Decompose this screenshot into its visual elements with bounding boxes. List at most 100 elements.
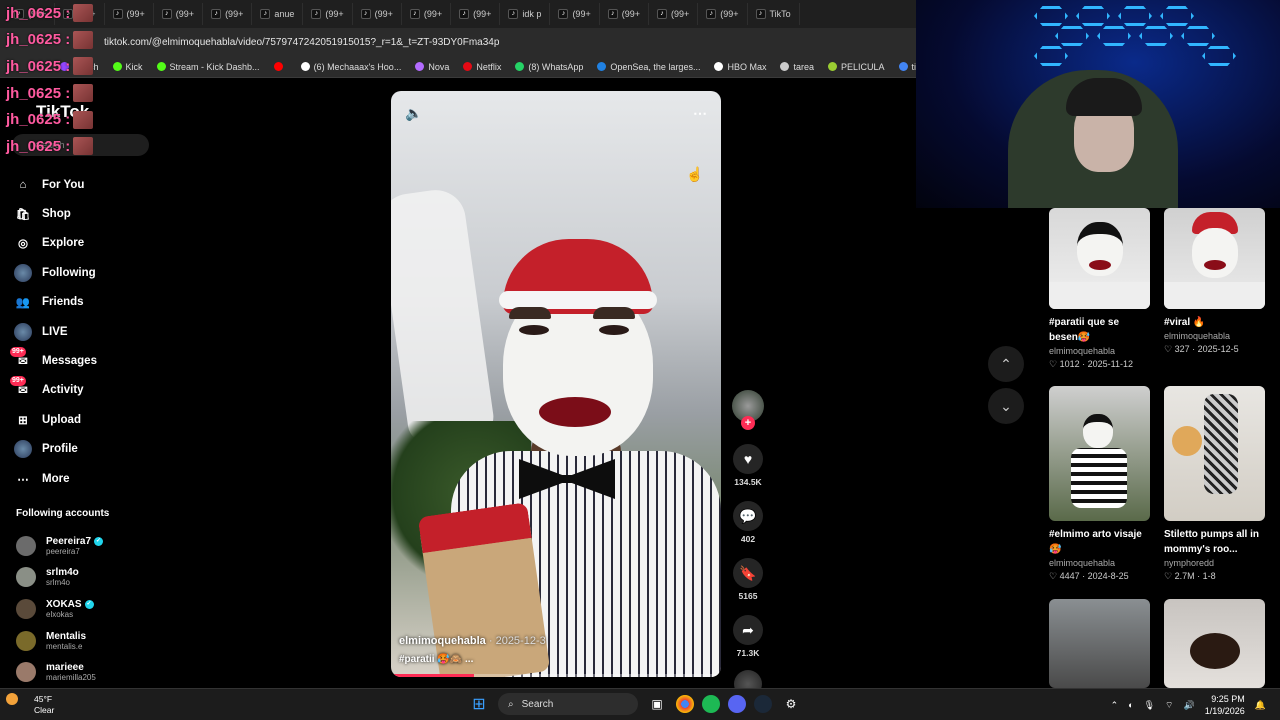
bookmark-item[interactable]: Stream - Kick Dashb... — [156, 62, 260, 72]
comment-button[interactable]: 💬 — [733, 501, 763, 531]
browser-tab[interactable]: ♪(99+ — [105, 3, 154, 25]
notification-bell-icon[interactable]: 🔔 — [1255, 700, 1266, 711]
bookmark-favicon-icon — [112, 62, 122, 71]
bookmark-label: (8) WhatsApp — [528, 61, 584, 72]
following-account[interactable]: Mentalis mentalis.e — [16, 625, 103, 657]
video-progress-bar[interactable] — [391, 674, 721, 677]
windows-start-button[interactable]: ⊞ — [468, 693, 490, 715]
sidebar-item-live[interactable]: LIVE — [14, 317, 97, 346]
video-card[interactable]: #viral 🔥 elmimoquehabla ♡ 327 · 2025-12-… — [1164, 208, 1265, 355]
weather-widget[interactable]: 45°F Clear — [20, 694, 54, 716]
browser-tab[interactable]: ♪(99+ — [698, 3, 748, 25]
video-thumbnail[interactable] — [1164, 599, 1265, 688]
browser-tab[interactable]: ♪(99+ — [303, 3, 353, 25]
sidebar-item-messages[interactable]: ✉ 99+ Messages — [10, 346, 97, 375]
task-view-icon[interactable]: ▣ — [646, 693, 668, 715]
following-account[interactable]: marieee mariemilla205 — [16, 656, 103, 688]
weather-condition: Clear — [34, 705, 55, 715]
browser-tab[interactable]: ♪(99+ — [649, 3, 699, 25]
settings-icon[interactable]: ⚙ — [780, 693, 802, 715]
system-clock[interactable]: 9:25 PM 1/19/2026 — [1205, 693, 1245, 717]
browser-tab[interactable]: ♪ idk p — [500, 3, 551, 25]
more-options-icon[interactable]: ⋯ — [693, 105, 707, 122]
bookmark-item[interactable] — [273, 62, 287, 71]
following-account[interactable]: XOKAS ✓ elxokas — [16, 593, 103, 625]
bookmark-item[interactable]: HBO Max — [714, 62, 766, 72]
next-video-button[interactable]: ⌄ — [988, 388, 1024, 424]
video-card[interactable]: Stiletto pumps all in mommy's roo... nym… — [1164, 386, 1265, 582]
browser-tab[interactable]: ♪ anue — [252, 3, 304, 25]
browser-tab[interactable]: ♪ TikTo — [748, 3, 800, 25]
video-card[interactable] — [1049, 599, 1150, 688]
video-card-author[interactable]: elmimoquehabla — [1049, 558, 1150, 568]
follow-plus-icon[interactable]: + — [741, 416, 755, 430]
bookmark-item[interactable]: OpenSea, the larges... — [597, 62, 700, 72]
bookmark-item[interactable]: Netflix — [463, 62, 501, 72]
sidebar-item-more[interactable]: ⋯ More — [14, 464, 97, 493]
video-card-author[interactable]: elmimoquehabla — [1164, 331, 1265, 341]
video-card[interactable]: #elmimo arto visaje🥵 elmimoquehabla ♡ 44… — [1049, 386, 1150, 582]
chevron-up-icon[interactable]: ⌃ — [1111, 700, 1119, 711]
chat-message: jh_0625 : — [6, 0, 106, 27]
microphone-icon[interactable]: 🎙 — [1144, 700, 1155, 711]
bookmark-item[interactable]: tarea — [780, 62, 814, 72]
sidebar-item-explore[interactable]: ◎ Explore — [14, 229, 97, 258]
bookmark-item[interactable]: Nova — [415, 62, 449, 72]
sidebar-item-friends[interactable]: 👥 Friends — [14, 288, 97, 317]
video-thumbnail[interactable] — [1049, 208, 1150, 309]
browser-tab[interactable]: ♪(99+ — [600, 3, 649, 25]
video-card[interactable]: #paratii que se besen🥵 elmimoquehabla ♡ … — [1049, 208, 1150, 370]
video-card-author[interactable]: elmimoquehabla — [1049, 346, 1150, 356]
save-button[interactable]: 🔖 — [733, 558, 763, 588]
creator-avatar[interactable]: + — [732, 390, 764, 430]
previous-video-button[interactable]: ⌃ — [988, 346, 1024, 382]
video-author[interactable]: elmimoquehabla — [399, 635, 486, 647]
browser-tab[interactable]: ♪(99+ — [203, 3, 253, 25]
video-author-line: elmimoquehabla · 2025-12-3 — [399, 635, 546, 647]
sidebar-item-activity[interactable]: ✉ 99+ Activity — [10, 376, 97, 405]
sidebar-item-profile[interactable]: Profile — [14, 435, 97, 464]
following-account[interactable]: Peereira7 ✓ peereira7 — [16, 530, 104, 562]
video-card[interactable] — [1164, 599, 1265, 688]
share-icon: ➦ — [742, 621, 754, 638]
bookmark-item[interactable]: Kick — [112, 62, 143, 72]
sidebar-item-upload[interactable]: ⊞ Upload — [14, 405, 97, 434]
volume-icon[interactable]: 🔊 — [1184, 700, 1195, 711]
video-thumbnail[interactable] — [1164, 208, 1265, 309]
chrome-icon[interactable] — [676, 695, 694, 713]
following-account[interactable]: srlm4o srlm4o — [16, 562, 103, 594]
video-card-author[interactable]: nymphoredd — [1164, 558, 1265, 568]
spotify-icon[interactable] — [702, 695, 720, 713]
browser-tab[interactable]: ♪(99+ — [451, 3, 501, 25]
volume-icon[interactable]: 🔈 — [405, 105, 422, 122]
taskbar-search[interactable]: ⌕ Search — [498, 693, 638, 715]
video-caption[interactable]: #paratii 🥵🙈 ... — [399, 654, 473, 665]
browser-tab[interactable]: ♪(99+ — [402, 3, 452, 25]
bookmark-item[interactable]: (6) Mechaaax's Hoo... — [300, 62, 401, 72]
url-text[interactable]: tiktok.com/@elmimoquehabla/video/7579747… — [104, 37, 499, 48]
bookmark-item[interactable]: PELICULA — [827, 62, 885, 72]
browser-tab[interactable]: ♪(99+ — [353, 3, 402, 25]
sidebar-nav: ⌂ For You 🛍 Shop ◎ Explore Following 👥 Friends LI… — [10, 170, 97, 493]
discord-icon[interactable] — [728, 695, 746, 713]
address-bar[interactable]: tiktok.com/@elmimoquehabla/video/7579747… — [0, 28, 916, 56]
tab-label: idk p — [522, 9, 542, 19]
sidebar-item-following[interactable]: Following — [14, 258, 97, 287]
video-thumbnail[interactable] — [1049, 386, 1150, 521]
sidebar-item-for-you[interactable]: ⌂ For You — [14, 170, 97, 199]
sidebar: TikTok ⌕ Search ⌂ For You 🛍 Shop ◎ Explore Fol… — [0, 78, 160, 688]
video-thumbnail[interactable] — [1049, 599, 1150, 688]
browser-tab[interactable]: ♪(99+ — [154, 3, 204, 25]
bookmark-item[interactable]: (8) WhatsApp — [515, 62, 583, 72]
video-player[interactable]: 🔈 ⋯ elmimoquehabla · 2025-12-3 #paratii … — [391, 91, 721, 677]
network-icon[interactable]: ◐ — [1128, 700, 1133, 710]
video-thumbnail[interactable] — [1164, 386, 1265, 521]
browser-tab[interactable]: ♪(99+ — [550, 3, 600, 25]
steam-icon[interactable] — [754, 695, 772, 713]
sidebar-item-shop[interactable]: 🛍 Shop — [14, 199, 97, 228]
like-button[interactable]: ♥ — [733, 444, 763, 474]
share-button[interactable]: ➦ — [733, 615, 763, 645]
tiktok-icon: ♪ — [706, 9, 717, 19]
wifi-icon[interactable]: ⌔ — [1165, 700, 1173, 711]
bookmark-item[interactable]: tiktok mechax - Go... — [898, 62, 916, 72]
